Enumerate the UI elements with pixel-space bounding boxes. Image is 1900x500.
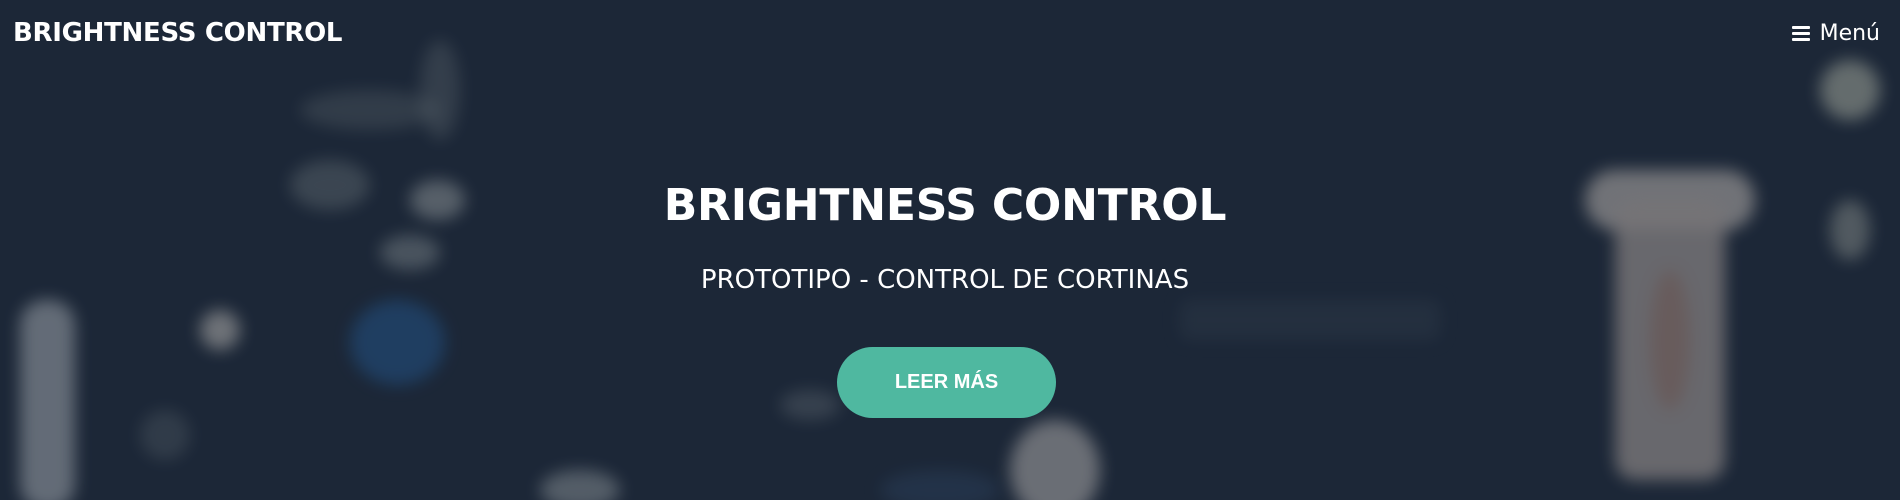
hero-title: BRIGHTNESS CONTROL — [663, 180, 1227, 231]
brand-logo-link[interactable]: BRIGHTNESS CONTROL — [13, 18, 342, 48]
hero-section: BRIGHTNESS CONTROL Menú BRIGHTNESS CONTR… — [0, 0, 1900, 500]
hero-subtitle: PROTOTIPO - CONTROL DE CORTINAS — [700, 265, 1190, 295]
read-more-button[interactable]: LEER MÁS — [837, 347, 1056, 418]
menu-label: Menú — [1819, 20, 1880, 46]
hamburger-icon — [1791, 25, 1810, 41]
top-navbar: BRIGHTNESS CONTROL Menú — [0, 0, 1900, 66]
hero-content: BRIGHTNESS CONTROL PROTOTIPO - CONTROL D… — [0, 0, 1900, 500]
menu-toggle-button[interactable]: Menú — [1791, 20, 1880, 46]
